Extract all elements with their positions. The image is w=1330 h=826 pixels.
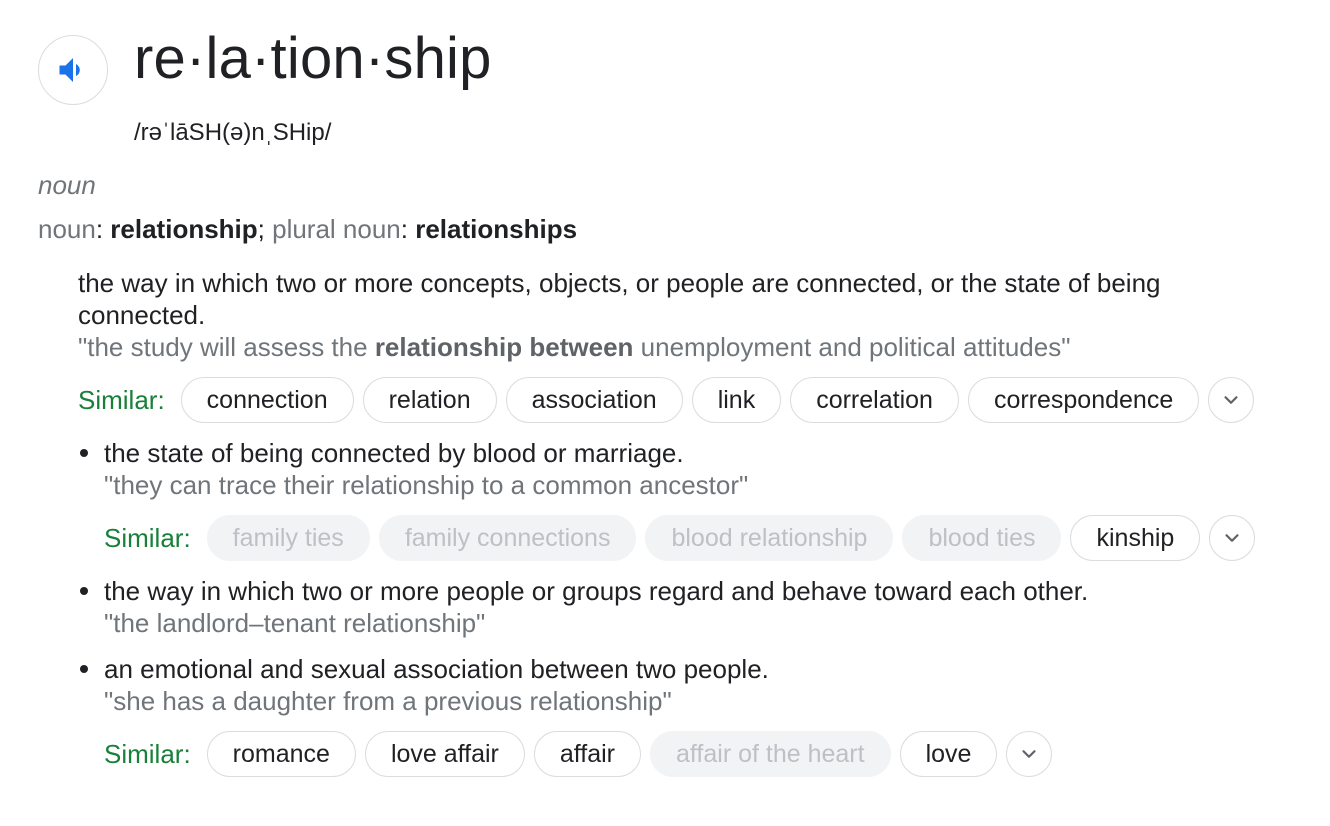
similar-chip-disabled: blood relationship (645, 515, 894, 561)
similar-label: Similar: (78, 384, 165, 415)
similar-chip[interactable]: kinship (1070, 515, 1201, 561)
sense-1: the way in which two or more concepts, o… (78, 267, 1278, 363)
similar-chip[interactable]: relation (362, 377, 497, 423)
sense-3: the way in which two or more people or g… (104, 575, 1284, 639)
bullet (80, 449, 88, 457)
similar-row-2: Similar: family ties family connections … (104, 514, 1256, 562)
phonetic-spelling: /rəˈlāSH(ə)nˌSHip/ (134, 119, 332, 146)
definition: the way in which two or more people or g… (104, 576, 1089, 606)
similar-row-1: Similar: connection relation association… (78, 376, 1255, 424)
similar-chip-disabled: family connections (378, 515, 637, 561)
similar-chip[interactable]: correlation (790, 377, 959, 423)
noun-form: relationship (110, 214, 258, 244)
plural-noun-label: plural noun (272, 214, 401, 244)
expand-similar-button[interactable] (1208, 377, 1255, 423)
similar-chip-disabled: family ties (206, 515, 370, 561)
definition: the state of being connected by blood or… (104, 438, 684, 468)
example: "the landlord–tenant relationship" (104, 608, 486, 638)
speaker-icon (59, 58, 80, 82)
plural-noun-form: relationships (415, 214, 578, 244)
chevron-down-icon (1224, 396, 1238, 404)
similar-chip[interactable]: link (691, 377, 782, 423)
similar-chip[interactable]: association (505, 377, 683, 423)
chevron-down-icon (1022, 750, 1037, 758)
definition: an emotional and sexual association betw… (104, 654, 769, 684)
headword: re·la·tion·ship (134, 26, 492, 91)
similar-chip[interactable]: love affair (364, 731, 525, 777)
expand-similar-button[interactable] (1209, 515, 1256, 561)
example: "she has a daughter from a previous rela… (104, 686, 672, 716)
similar-chip[interactable]: romance (206, 731, 356, 777)
example: "they can trace their relationship to a … (104, 470, 749, 500)
noun-label: noun (38, 214, 96, 244)
sense-2: the state of being connected by blood or… (104, 437, 1284, 501)
definition: the way in which two or more concepts, o… (78, 268, 1161, 330)
word-forms: noun: relationship; plural noun: relatio… (38, 214, 578, 244)
similar-chip[interactable]: correspondence (967, 377, 1200, 423)
sense-4: an emotional and sexual association betw… (104, 653, 1284, 717)
similar-chip-disabled: affair of the heart (650, 731, 891, 777)
similar-label: Similar: (104, 738, 191, 769)
bullet (80, 665, 88, 673)
similar-chip[interactable]: affair (533, 731, 642, 777)
similar-chip[interactable]: love (899, 731, 998, 777)
expand-similar-button[interactable] (1006, 731, 1053, 777)
part-of-speech: noun (38, 170, 96, 200)
similar-label: Similar: (104, 522, 191, 553)
example: "the study will assess the relationship … (78, 332, 1071, 362)
similar-chip[interactable]: connection (180, 377, 354, 423)
similar-row-4: Similar: romance love affair affair affa… (104, 730, 1053, 778)
bullet (80, 587, 88, 595)
similar-chip-disabled: blood ties (902, 515, 1062, 561)
pronunciation-button[interactable] (38, 35, 108, 105)
chevron-down-icon (1225, 534, 1239, 542)
